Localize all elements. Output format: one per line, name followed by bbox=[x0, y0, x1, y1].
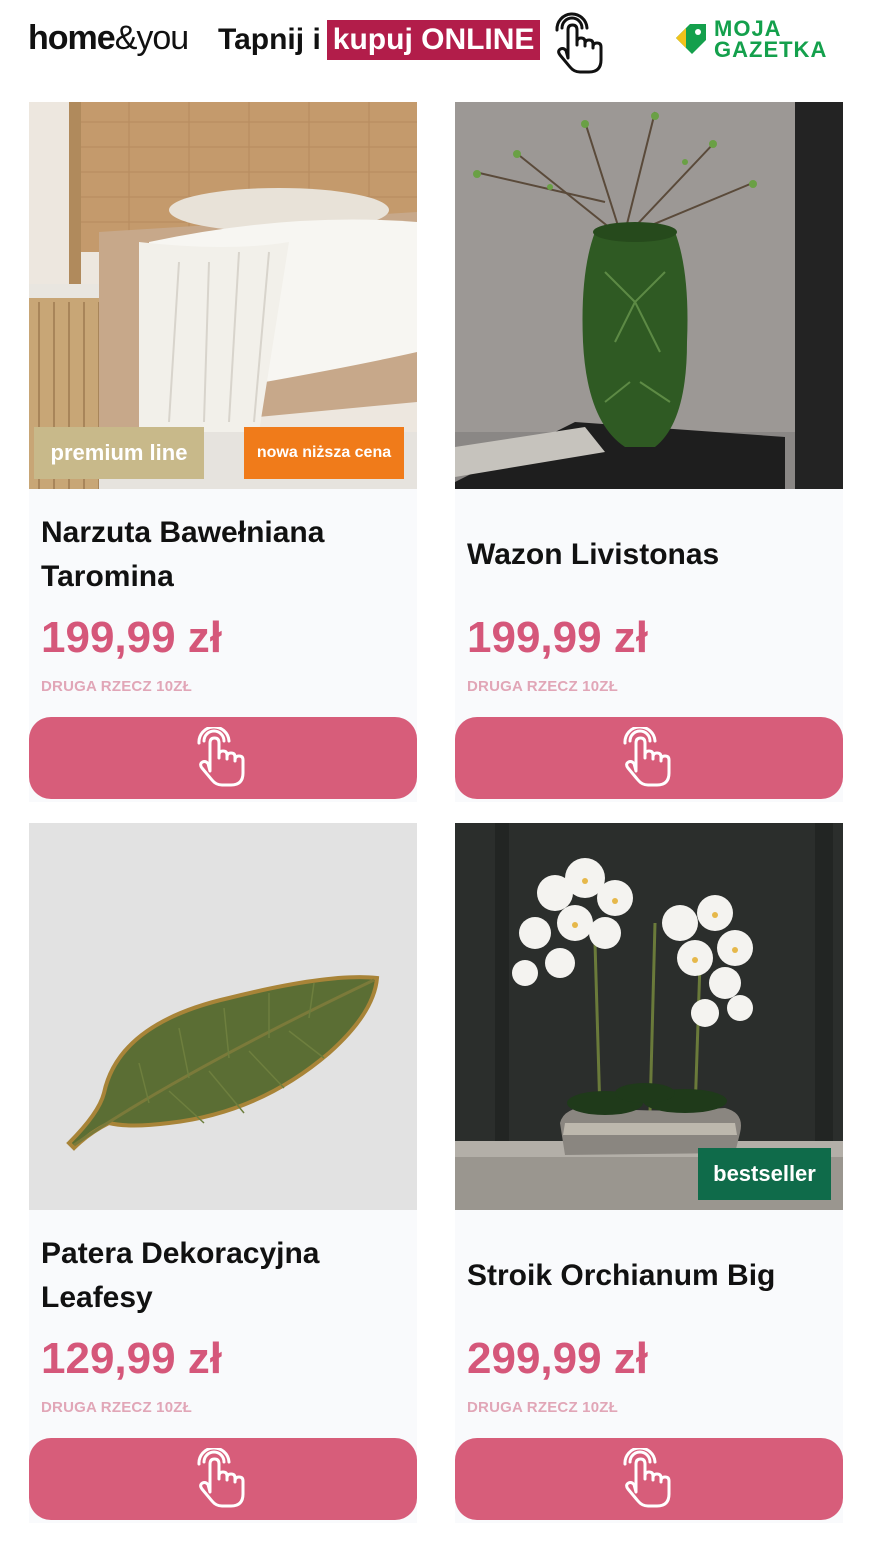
product-image-vase[interactable] bbox=[455, 102, 843, 489]
tap-hand-icon bbox=[196, 1448, 250, 1510]
badge-bestseller: bestseller bbox=[698, 1148, 831, 1200]
product-promo: DRUGA RZECZ 10ZŁ bbox=[41, 1399, 192, 1416]
product-card[interactable]: bestseller Stroik Orchianum Big 299,99 z… bbox=[455, 823, 843, 1523]
product-price: 199,99 zł bbox=[467, 613, 649, 662]
brand-bold: home bbox=[28, 19, 116, 57]
product-title[interactable]: Patera Dekoracyjna Leafesy bbox=[41, 1228, 411, 1324]
product-card[interactable]: premium line nowa niższa cena Narzuta Ba… bbox=[29, 102, 417, 802]
product-image-orchid[interactable]: bestseller bbox=[455, 823, 843, 1210]
product-promo: DRUGA RZECZ 10ZŁ bbox=[41, 678, 192, 695]
tap-hand-icon bbox=[196, 727, 250, 789]
tap-hand-icon bbox=[622, 1448, 676, 1510]
partner-name: MOJA GAZETKA bbox=[714, 16, 828, 62]
tagline: Tapnij i kupuj ONLINE bbox=[218, 20, 541, 60]
tagline-prefix: Tapnij i bbox=[218, 23, 321, 56]
badge-premium-line: premium line bbox=[34, 427, 204, 479]
page: home&you Tapnij i kupuj ONLINE MOJA GAZE… bbox=[0, 0, 872, 1550]
product-price: 299,99 zł bbox=[467, 1334, 649, 1383]
tagline-highlight: kupuj ONLINE bbox=[326, 20, 541, 60]
product-title[interactable]: Stroik Orchianum Big bbox=[467, 1228, 837, 1324]
product-image-bedspread[interactable]: premium line nowa niższa cena bbox=[29, 102, 417, 489]
product-promo: DRUGA RZECZ 10ZŁ bbox=[467, 1399, 618, 1416]
product-title[interactable]: Wazon Livistonas bbox=[467, 507, 837, 603]
vase-photo bbox=[455, 102, 843, 489]
product-card[interactable]: Patera Dekoracyjna Leafesy 129,99 zł DRU… bbox=[29, 823, 417, 1523]
buy-online-button[interactable] bbox=[29, 717, 417, 799]
partner-line2: GAZETKA bbox=[714, 37, 828, 62]
partner-line1: MOJA bbox=[714, 16, 782, 41]
product-price: 199,99 zł bbox=[41, 613, 223, 662]
product-promo: DRUGA RZECZ 10ZŁ bbox=[467, 678, 618, 695]
product-price: 129,99 zł bbox=[41, 1334, 223, 1383]
buy-online-button[interactable] bbox=[29, 1438, 417, 1520]
tap-hand-icon bbox=[554, 12, 608, 78]
tap-hand-icon bbox=[622, 727, 676, 789]
brand-light: &you bbox=[114, 19, 189, 57]
buy-online-button[interactable] bbox=[455, 717, 843, 799]
badge-lower-price: nowa niższa cena bbox=[244, 427, 404, 479]
home-and-you-logo[interactable]: home&you bbox=[28, 18, 189, 58]
leaf-tray-photo bbox=[29, 823, 417, 1210]
product-title[interactable]: Narzuta Bawełniana Taromina bbox=[41, 507, 411, 603]
product-card[interactable]: Wazon Livistonas 199,99 zł DRUGA RZECZ 1… bbox=[455, 102, 843, 802]
header: home&you Tapnij i kupuj ONLINE MOJA GAZE… bbox=[0, 0, 872, 90]
product-image-leaf-tray[interactable] bbox=[29, 823, 417, 1210]
price-tag-icon bbox=[676, 24, 706, 54]
moja-gazetka-logo[interactable]: MOJA GAZETKA bbox=[672, 18, 852, 62]
buy-online-button[interactable] bbox=[455, 1438, 843, 1520]
